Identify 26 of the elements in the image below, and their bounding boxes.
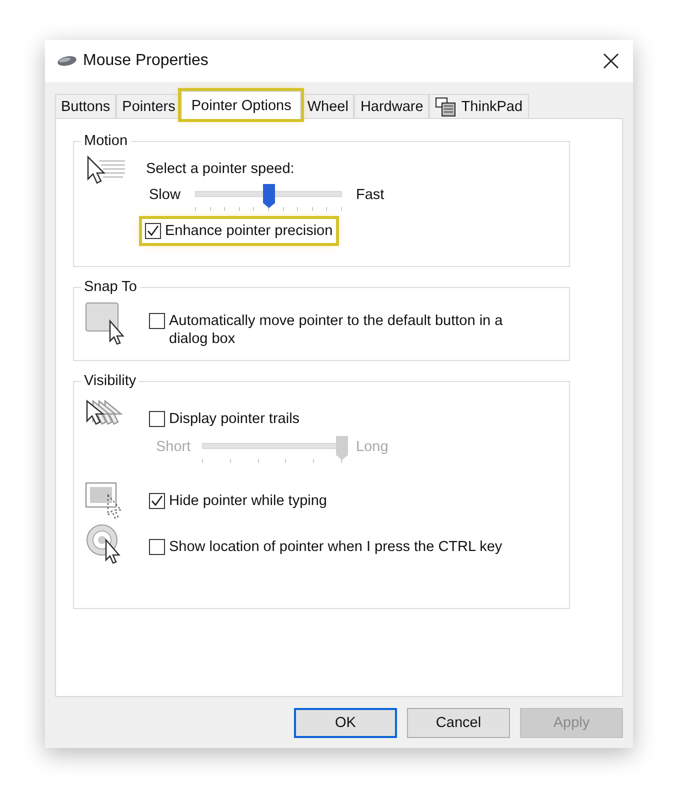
enhance-precision-checkbox[interactable]: Enhance pointer precision — [142, 219, 336, 243]
tab[interactable]: Wheel — [301, 94, 354, 118]
slider-thumb[interactable] — [262, 183, 276, 209]
slider-min-label: Slow — [149, 187, 182, 203]
window-title: Mouse Properties — [83, 52, 210, 70]
snap-to-checkbox[interactable]: Automatically move pointer to the default button in a dialog box — [146, 309, 512, 351]
dialog-button[interactable]: Cancel — [407, 708, 510, 738]
tab[interactable]: Hardware — [354, 94, 430, 118]
check-icon — [146, 224, 160, 238]
slider-min-label: Short — [156, 439, 192, 455]
mouse-icon — [57, 55, 77, 67]
tab[interactable]: ThinkPad — [429, 94, 529, 118]
show-location-checkbox[interactable]: Show location of pointer when I press the CTRL key — [146, 535, 506, 559]
pointer-speed-label: Select a pointer speed: — [146, 161, 296, 177]
group-title: Visibility — [83, 373, 138, 389]
tab[interactable]: Buttons — [55, 94, 116, 118]
check-icon — [150, 494, 164, 508]
group-title: Motion — [83, 133, 129, 149]
hide-pointer-checkbox[interactable]: Hide pointer while typing — [146, 489, 330, 513]
tab[interactable]: Pointer Options — [181, 91, 302, 119]
close-icon[interactable] — [603, 53, 619, 69]
slider-max-label: Long — [356, 439, 388, 455]
group-title: Snap To — [83, 279, 138, 295]
dialog-button[interactable]: OK — [294, 708, 397, 738]
slider-max-label: Fast — [356, 187, 384, 203]
pointer-trails-checkbox[interactable]: Display pointer trails — [146, 407, 303, 431]
